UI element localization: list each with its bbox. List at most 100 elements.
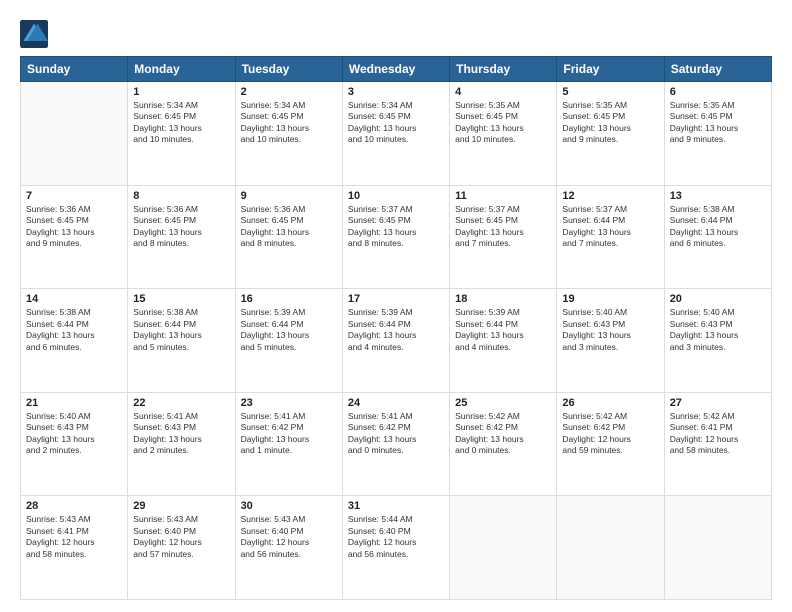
day-info: Sunrise: 5:39 AM Sunset: 6:44 PM Dayligh… <box>241 307 337 353</box>
day-info: Sunrise: 5:43 AM Sunset: 6:41 PM Dayligh… <box>26 514 122 560</box>
calendar-cell: 24 Sunrise: 5:41 AM Sunset: 6:42 PM Dayli… <box>342 392 449 496</box>
day-number: 16 <box>241 293 337 305</box>
day-number: 18 <box>455 293 551 305</box>
calendar-week-row: 14 Sunrise: 5:38 AM Sunset: 6:44 PM Dayli… <box>21 289 772 393</box>
logo <box>20 20 50 48</box>
calendar-header-saturday: Saturday <box>664 57 771 82</box>
day-info: Sunrise: 5:41 AM Sunset: 6:43 PM Dayligh… <box>133 411 229 457</box>
day-info: Sunrise: 5:36 AM Sunset: 6:45 PM Dayligh… <box>241 204 337 250</box>
header <box>20 16 772 48</box>
calendar-cell: 31Sunrise: 5:44 AM Sunset: 6:40 PM Dayli… <box>342 496 449 600</box>
day-number: 30 <box>241 500 337 512</box>
calendar-cell: 18 Sunrise: 5:39 AM Sunset: 6:44 PM Dayli… <box>450 289 557 393</box>
day-number: 19 <box>562 293 658 305</box>
day-number: 20 <box>670 293 766 305</box>
day-info: Sunrise: 5:42 AM Sunset: 6:42 PM Dayligh… <box>562 411 658 457</box>
day-info: Sunrise: 5:43 AM Sunset: 6:40 PM Dayligh… <box>241 514 337 560</box>
calendar-cell: 25 Sunrise: 5:42 AM Sunset: 6:42 PM Dayli… <box>450 392 557 496</box>
day-info: Sunrise: 5:35 AM Sunset: 6:45 PM Dayligh… <box>562 100 658 146</box>
calendar-week-row: 1 Sunrise: 5:34 AM Sunset: 6:45 PM Daylig… <box>21 82 772 186</box>
calendar-week-row: 21 Sunrise: 5:40 AM Sunset: 6:43 PM Dayli… <box>21 392 772 496</box>
day-number: 25 <box>455 397 551 409</box>
day-number: 12 <box>562 190 658 202</box>
day-info: Sunrise: 5:37 AM Sunset: 6:44 PM Dayligh… <box>562 204 658 250</box>
calendar-cell: 30 Sunrise: 5:43 AM Sunset: 6:40 PM Dayli… <box>235 496 342 600</box>
calendar-cell: 4 Sunrise: 5:35 AM Sunset: 6:45 PM Daylig… <box>450 82 557 186</box>
day-number: 23 <box>241 397 337 409</box>
calendar-cell: 1 Sunrise: 5:34 AM Sunset: 6:45 PM Daylig… <box>128 82 235 186</box>
calendar-cell: 6 Sunrise: 5:35 AM Sunset: 6:45 PM Daylig… <box>664 82 771 186</box>
calendar-header-thursday: Thursday <box>450 57 557 82</box>
logo-icon <box>20 20 48 48</box>
calendar-cell <box>21 82 128 186</box>
day-info: Sunrise: 5:38 AM Sunset: 6:44 PM Dayligh… <box>133 307 229 353</box>
calendar-header-friday: Friday <box>557 57 664 82</box>
day-info: Sunrise: 5:40 AM Sunset: 6:43 PM Dayligh… <box>562 307 658 353</box>
day-number: 3 <box>348 86 444 98</box>
calendar-cell: 19 Sunrise: 5:40 AM Sunset: 6:43 PM Dayli… <box>557 289 664 393</box>
day-number: 1 <box>133 86 229 98</box>
calendar-cell: 23 Sunrise: 5:41 AM Sunset: 6:42 PM Dayli… <box>235 392 342 496</box>
calendar-cell <box>450 496 557 600</box>
calendar-cell: 21 Sunrise: 5:40 AM Sunset: 6:43 PM Dayli… <box>21 392 128 496</box>
day-info: Sunrise: 5:39 AM Sunset: 6:44 PM Dayligh… <box>455 307 551 353</box>
calendar-cell: 11 Sunrise: 5:37 AM Sunset: 6:45 PM Dayli… <box>450 185 557 289</box>
calendar-header-monday: Monday <box>128 57 235 82</box>
day-info: Sunrise: 5:43 AM Sunset: 6:40 PM Dayligh… <box>133 514 229 560</box>
day-info: Sunrise: 5:35 AM Sunset: 6:45 PM Dayligh… <box>455 100 551 146</box>
day-info: Sunrise: 5:34 AM Sunset: 6:45 PM Dayligh… <box>348 100 444 146</box>
day-number: 8 <box>133 190 229 202</box>
day-number: 14 <box>26 293 122 305</box>
day-info: Sunrise: 5:41 AM Sunset: 6:42 PM Dayligh… <box>348 411 444 457</box>
page: SundayMondayTuesdayWednesdayThursdayFrid… <box>0 0 792 612</box>
day-info: Sunrise: 5:38 AM Sunset: 6:44 PM Dayligh… <box>26 307 122 353</box>
day-info: Sunrise: 5:42 AM Sunset: 6:42 PM Dayligh… <box>455 411 551 457</box>
calendar-cell: 26 Sunrise: 5:42 AM Sunset: 6:42 PM Dayli… <box>557 392 664 496</box>
day-info: Sunrise: 5:38 AM Sunset: 6:44 PM Dayligh… <box>670 204 766 250</box>
day-number: 2 <box>241 86 337 98</box>
calendar-header-sunday: Sunday <box>21 57 128 82</box>
day-info: Sunrise: 5:36 AM Sunset: 6:45 PM Dayligh… <box>133 204 229 250</box>
day-number: 28 <box>26 500 122 512</box>
calendar-table: SundayMondayTuesdayWednesdayThursdayFrid… <box>20 56 772 600</box>
day-info: Sunrise: 5:42 AM Sunset: 6:41 PM Dayligh… <box>670 411 766 457</box>
calendar-cell: 14 Sunrise: 5:38 AM Sunset: 6:44 PM Dayli… <box>21 289 128 393</box>
calendar-cell: 9 Sunrise: 5:36 AM Sunset: 6:45 PM Daylig… <box>235 185 342 289</box>
day-info: Sunrise: 5:44 AM Sunset: 6:40 PM Dayligh… <box>348 514 444 560</box>
day-number: 27 <box>670 397 766 409</box>
day-info: Sunrise: 5:40 AM Sunset: 6:43 PM Dayligh… <box>26 411 122 457</box>
calendar-cell: 5Sunrise: 5:35 AM Sunset: 6:45 PM Daylig… <box>557 82 664 186</box>
calendar-cell: 22Sunrise: 5:41 AM Sunset: 6:43 PM Dayli… <box>128 392 235 496</box>
calendar-cell: 3 Sunrise: 5:34 AM Sunset: 6:45 PM Daylig… <box>342 82 449 186</box>
calendar-cell: 13 Sunrise: 5:38 AM Sunset: 6:44 PM Dayli… <box>664 185 771 289</box>
day-number: 13 <box>670 190 766 202</box>
calendar-cell: 15 Sunrise: 5:38 AM Sunset: 6:44 PM Dayli… <box>128 289 235 393</box>
day-number: 24 <box>348 397 444 409</box>
day-info: Sunrise: 5:37 AM Sunset: 6:45 PM Dayligh… <box>455 204 551 250</box>
day-number: 10 <box>348 190 444 202</box>
day-info: Sunrise: 5:41 AM Sunset: 6:42 PM Dayligh… <box>241 411 337 457</box>
day-number: 9 <box>241 190 337 202</box>
day-number: 4 <box>455 86 551 98</box>
calendar-week-row: 7 Sunrise: 5:36 AM Sunset: 6:45 PM Daylig… <box>21 185 772 289</box>
calendar-cell: 16 Sunrise: 5:39 AM Sunset: 6:44 PM Dayli… <box>235 289 342 393</box>
calendar-cell: 17Sunrise: 5:39 AM Sunset: 6:44 PM Dayli… <box>342 289 449 393</box>
day-number: 15 <box>133 293 229 305</box>
day-info: Sunrise: 5:34 AM Sunset: 6:45 PM Dayligh… <box>241 100 337 146</box>
calendar-header-tuesday: Tuesday <box>235 57 342 82</box>
day-number: 6 <box>670 86 766 98</box>
calendar-cell <box>557 496 664 600</box>
calendar-header-wednesday: Wednesday <box>342 57 449 82</box>
day-number: 21 <box>26 397 122 409</box>
day-number: 7 <box>26 190 122 202</box>
calendar-cell <box>664 496 771 600</box>
day-info: Sunrise: 5:37 AM Sunset: 6:45 PM Dayligh… <box>348 204 444 250</box>
day-info: Sunrise: 5:34 AM Sunset: 6:45 PM Dayligh… <box>133 100 229 146</box>
calendar-week-row: 28 Sunrise: 5:43 AM Sunset: 6:41 PM Dayli… <box>21 496 772 600</box>
day-number: 29 <box>133 500 229 512</box>
calendar-cell: 2 Sunrise: 5:34 AM Sunset: 6:45 PM Daylig… <box>235 82 342 186</box>
day-number: 11 <box>455 190 551 202</box>
day-info: Sunrise: 5:35 AM Sunset: 6:45 PM Dayligh… <box>670 100 766 146</box>
calendar-cell: 12 Sunrise: 5:37 AM Sunset: 6:44 PM Dayli… <box>557 185 664 289</box>
day-number: 26 <box>562 397 658 409</box>
